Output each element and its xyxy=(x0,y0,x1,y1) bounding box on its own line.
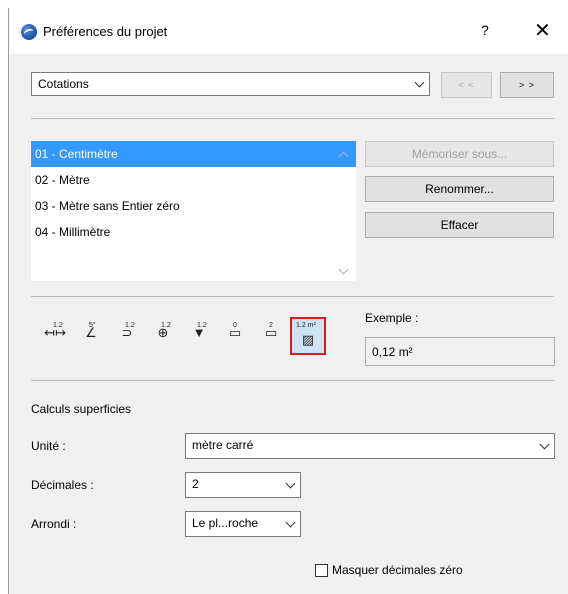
elevation-dimension-icon[interactable]: 1.2 ▼ xyxy=(183,320,215,352)
decimals-label: Décimales : xyxy=(31,478,94,492)
chevron-down-icon xyxy=(539,439,550,450)
category-value: Cotations xyxy=(38,77,89,91)
close-button[interactable]: ✕ xyxy=(534,18,551,43)
scroll-down-icon[interactable] xyxy=(338,264,349,275)
save-as-button[interactable]: Mémoriser sous... xyxy=(365,141,554,167)
angle-dimension-icon[interactable]: 5° ∠ xyxy=(75,320,107,352)
delete-button[interactable]: Effacer xyxy=(365,212,554,238)
category-select[interactable]: Cotations xyxy=(31,72,430,96)
chevron-down-icon xyxy=(285,478,296,489)
area-calc-section-title: Calculs superficies xyxy=(31,402,132,416)
unit-label: Unité : xyxy=(31,439,66,453)
archicad-app-icon xyxy=(21,24,37,40)
next-page-button[interactable]: > > xyxy=(500,72,554,98)
rounding-label: Arrondi : xyxy=(31,517,77,531)
close-icon[interactable]: ✕ xyxy=(534,20,551,42)
example-value: 0,12 m² xyxy=(365,337,555,366)
list-item[interactable]: 03 - Mètre sans Entier zéro xyxy=(31,193,356,219)
window-title: Préférences du projet xyxy=(43,24,168,39)
list-item[interactable]: 02 - Mètre xyxy=(31,167,356,193)
example-label: Exemple : xyxy=(365,311,419,325)
area-calculation-icon[interactable]: 1.2 m² ▨ xyxy=(290,317,326,355)
decimals-select[interactable]: 2 xyxy=(185,472,301,498)
chevron-down-icon xyxy=(285,517,296,528)
chevron-down-icon xyxy=(414,77,425,88)
unit-select[interactable]: mètre carré xyxy=(185,433,555,459)
radial-dimension-icon[interactable]: 1.2 ⊃ xyxy=(111,320,143,352)
linear-dimension-icon[interactable]: 1.2 ↤↦ xyxy=(39,320,71,352)
unit-value: mètre carré xyxy=(192,438,254,452)
previous-page-button[interactable]: < < xyxy=(441,72,492,98)
separator xyxy=(31,380,554,381)
rounding-value: Le pl...roche xyxy=(192,516,259,530)
hide-zero-decimals-checkbox[interactable] xyxy=(315,564,328,577)
separator xyxy=(31,296,554,297)
door-window-dimension-icon[interactable]: 0 ▭ xyxy=(219,320,251,352)
help-button[interactable]: ? xyxy=(481,22,489,38)
level-dimension-icon[interactable]: 1.2 ⊕ xyxy=(147,320,179,352)
rounding-select[interactable]: Le pl...roche xyxy=(185,511,301,537)
project-preferences-dialog: Préférences du projet ? ✕ Cotations < < … xyxy=(8,8,568,594)
title-bar: Préférences du projet ? ✕ xyxy=(9,8,568,54)
rename-button[interactable]: Renommer... xyxy=(365,176,554,202)
hide-zero-decimals-label[interactable]: Masquer décimales zéro xyxy=(332,563,463,577)
list-item[interactable]: 04 - Millimètre xyxy=(31,219,356,245)
separator xyxy=(31,118,554,119)
preset-list[interactable]: 01 - Centimètre 02 - Mètre 03 - Mètre sa… xyxy=(31,141,356,281)
sill-height-dimension-icon[interactable]: 2 ▭ xyxy=(255,320,287,352)
decimals-value: 2 xyxy=(192,477,199,491)
list-item[interactable]: 01 - Centimètre xyxy=(31,141,356,167)
